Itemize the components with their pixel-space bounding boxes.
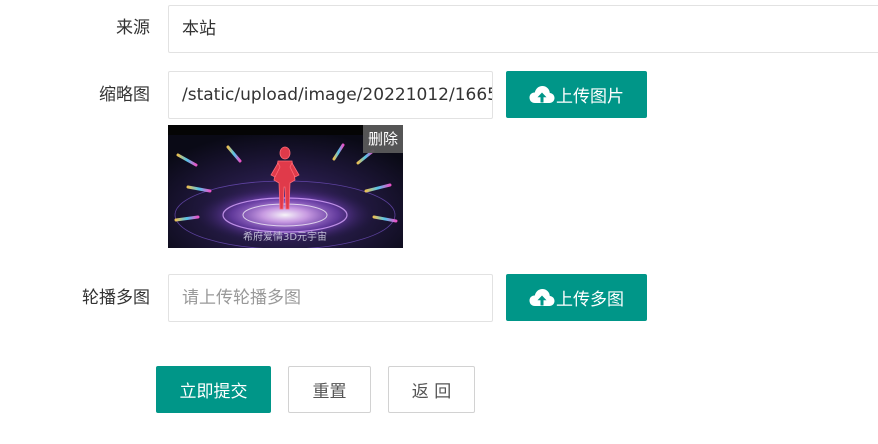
upload-multiple-label: 上传多图: [556, 290, 624, 310]
upload-multiple-button[interactable]: 上传多图: [506, 274, 647, 321]
thumbnail-caption: 希府爱情3D元宇宙: [243, 230, 327, 243]
content-form: 来源 本站 缩略图 /static/upload/image/20221012/…: [0, 0, 878, 444]
upload-image-label: 上传图片: [556, 87, 624, 107]
submit-button[interactable]: 立即提交: [156, 366, 271, 413]
delete-thumbnail-button[interactable]: 删除: [363, 125, 403, 153]
source-input[interactable]: 本站: [168, 5, 878, 53]
reset-button[interactable]: 重置: [288, 366, 371, 413]
back-button[interactable]: 返 回: [388, 366, 475, 413]
carousel-label: 轮播多图: [82, 288, 150, 308]
thumbnail-path-input[interactable]: /static/upload/image/20221012/1665558: [168, 71, 493, 119]
carousel-input[interactable]: 请上传轮播多图: [168, 274, 493, 322]
thumbnail-preview: 希府爱情3D元宇宙 删除: [168, 125, 403, 248]
thumbnail-label: 缩略图: [99, 85, 150, 105]
cloud-upload-icon: [529, 288, 555, 306]
cloud-upload-icon: [529, 85, 555, 103]
upload-image-button[interactable]: 上传图片: [506, 71, 647, 118]
source-label: 来源: [116, 18, 150, 38]
